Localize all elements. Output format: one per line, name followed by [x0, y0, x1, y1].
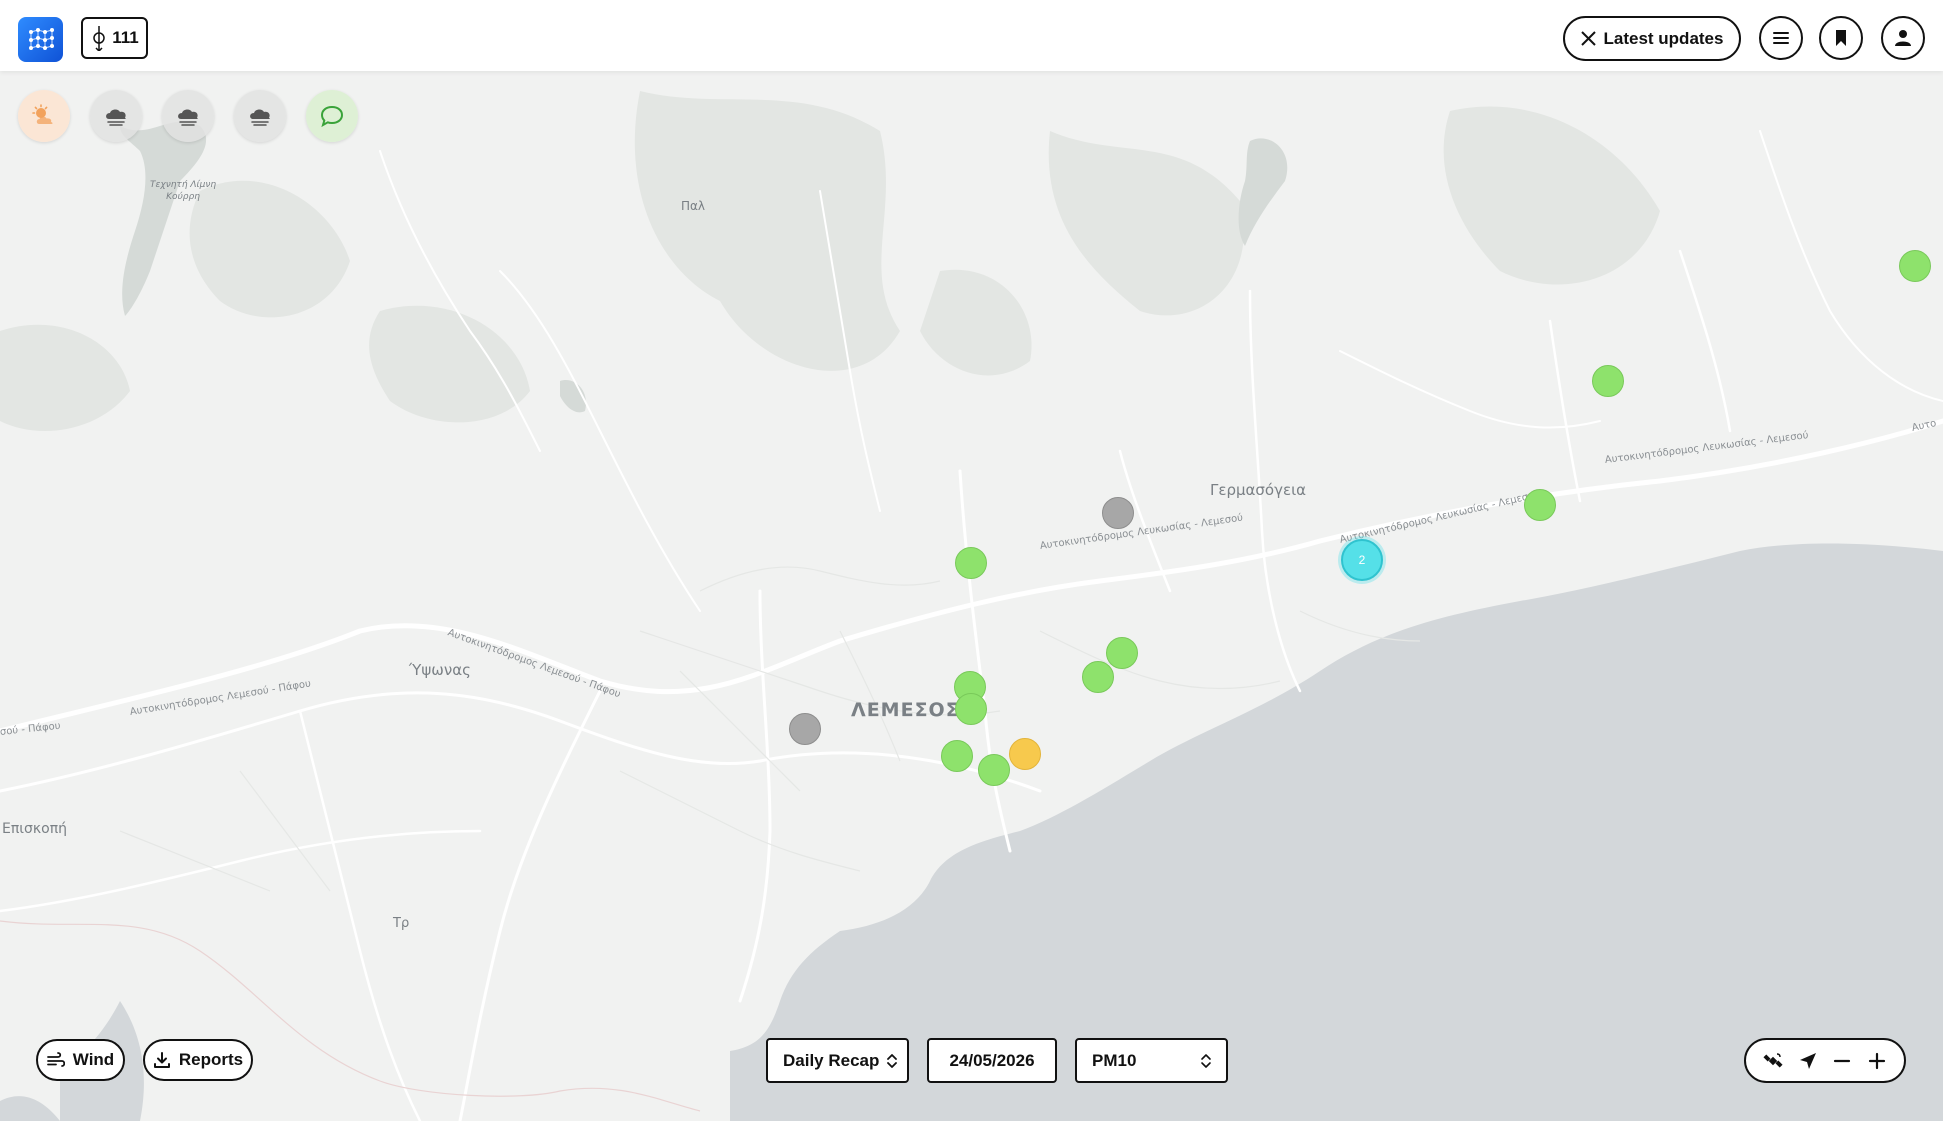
locate-me-button[interactable] — [1794, 1047, 1822, 1075]
sensor-count-badge[interactable]: 111 — [81, 17, 148, 59]
satellite-icon — [1763, 1052, 1783, 1068]
place-label-episkopi: Επισκοπή — [2, 821, 68, 837]
station-marker[interactable] — [1009, 738, 1041, 770]
rain-cloud-icon — [178, 109, 198, 126]
recap-mode-select[interactable]: Daily Recap — [766, 1038, 909, 1083]
x-logo-icon — [1580, 31, 1596, 46]
place-label-ypsonas: Ύψωνας — [409, 661, 471, 679]
chat-bubble-icon — [320, 105, 344, 128]
reports-button[interactable]: Reports — [143, 1039, 253, 1081]
date-value: 24/05/2026 — [949, 1050, 1035, 1070]
reports-label: Reports — [178, 1050, 244, 1069]
rain-cloud-icon — [106, 109, 126, 126]
feedback-button[interactable] — [306, 90, 358, 142]
place-label-lake-line2: Κούρρη — [166, 192, 200, 202]
station-cluster-marker[interactable]: 2 — [1341, 539, 1383, 581]
satellite-toggle-button[interactable] — [1759, 1047, 1787, 1075]
station-marker[interactable] — [978, 754, 1010, 786]
latest-updates-button[interactable]: Latest updates — [1563, 16, 1741, 61]
latest-updates-label: Latest updates — [1603, 28, 1724, 48]
zoom-in-button[interactable] — [1863, 1047, 1891, 1075]
station-marker[interactable] — [1082, 661, 1114, 693]
place-label-germasogeia: Γερμασόγεια — [1210, 481, 1307, 499]
sun-cloud-icon — [32, 104, 53, 124]
sensor-count: 111 — [112, 28, 139, 47]
date-picker[interactable]: 24/05/2026 — [927, 1038, 1057, 1083]
map-canvas[interactable]: Τεχνητή Λίμνη Κούρρη Παλ Γερμασόγεια Ύψω… — [0, 71, 1943, 1121]
map-basemap — [0, 71, 1943, 1121]
account-button[interactable] — [1881, 16, 1925, 60]
wind-label: Wind — [72, 1050, 115, 1069]
zoom-in-icon — [1868, 1052, 1885, 1069]
menu-button[interactable] — [1759, 16, 1803, 60]
weather-forecast-button[interactable] — [18, 90, 70, 142]
app-logo-icon — [28, 27, 54, 50]
bookmark-icon — [1836, 30, 1846, 46]
map-controls — [1744, 1038, 1906, 1083]
download-icon — [153, 1052, 170, 1068]
place-label-tr: Τρ — [393, 916, 410, 931]
recap-mode-value: Daily Recap — [783, 1050, 880, 1070]
chevron-up-down-icon — [887, 1053, 898, 1068]
place-label-lake: Τεχνητή Λίμνη Κούρρη — [150, 179, 216, 203]
wind-icon — [46, 1052, 65, 1067]
station-marker[interactable] — [955, 693, 987, 725]
locate-icon — [1799, 1052, 1816, 1069]
station-marker[interactable] — [1106, 637, 1138, 669]
station-marker[interactable] — [941, 740, 973, 772]
weather-rain-button-2[interactable] — [162, 90, 214, 142]
place-label-lemesos: ΛΕΜΕΣΟΣ — [851, 699, 960, 721]
station-marker[interactable] — [1592, 365, 1624, 397]
bookmark-button[interactable] — [1819, 16, 1863, 60]
weather-toolbar — [18, 90, 358, 142]
sensor-icon — [93, 26, 105, 51]
station-marker[interactable] — [1899, 250, 1931, 282]
station-marker[interactable] — [789, 713, 821, 745]
pollutant-value: PM10 — [1092, 1050, 1137, 1070]
place-label-lake-line1: Τεχνητή Λίμνη — [150, 180, 217, 190]
station-marker[interactable] — [1102, 497, 1134, 529]
chevron-up-down-icon — [1201, 1053, 1211, 1068]
weather-rain-button-3[interactable] — [234, 90, 286, 142]
place-label-pa: Παλ — [681, 199, 706, 213]
station-marker[interactable] — [955, 547, 987, 579]
cluster-count: 2 — [1358, 553, 1366, 567]
weather-rain-button-1[interactable] — [90, 90, 142, 142]
pollutant-select[interactable]: PM10 — [1075, 1038, 1228, 1083]
app-logo[interactable] — [18, 17, 63, 62]
zoom-out-button[interactable] — [1828, 1047, 1856, 1075]
station-marker[interactable] — [1524, 489, 1556, 521]
rain-cloud-icon — [250, 109, 270, 126]
zoom-out-icon — [1834, 1059, 1851, 1062]
menu-icon — [1773, 32, 1789, 44]
user-icon — [1895, 30, 1911, 46]
top-bar: 111 Latest updates — [0, 0, 1943, 71]
wind-toggle-button[interactable]: Wind — [36, 1039, 125, 1081]
